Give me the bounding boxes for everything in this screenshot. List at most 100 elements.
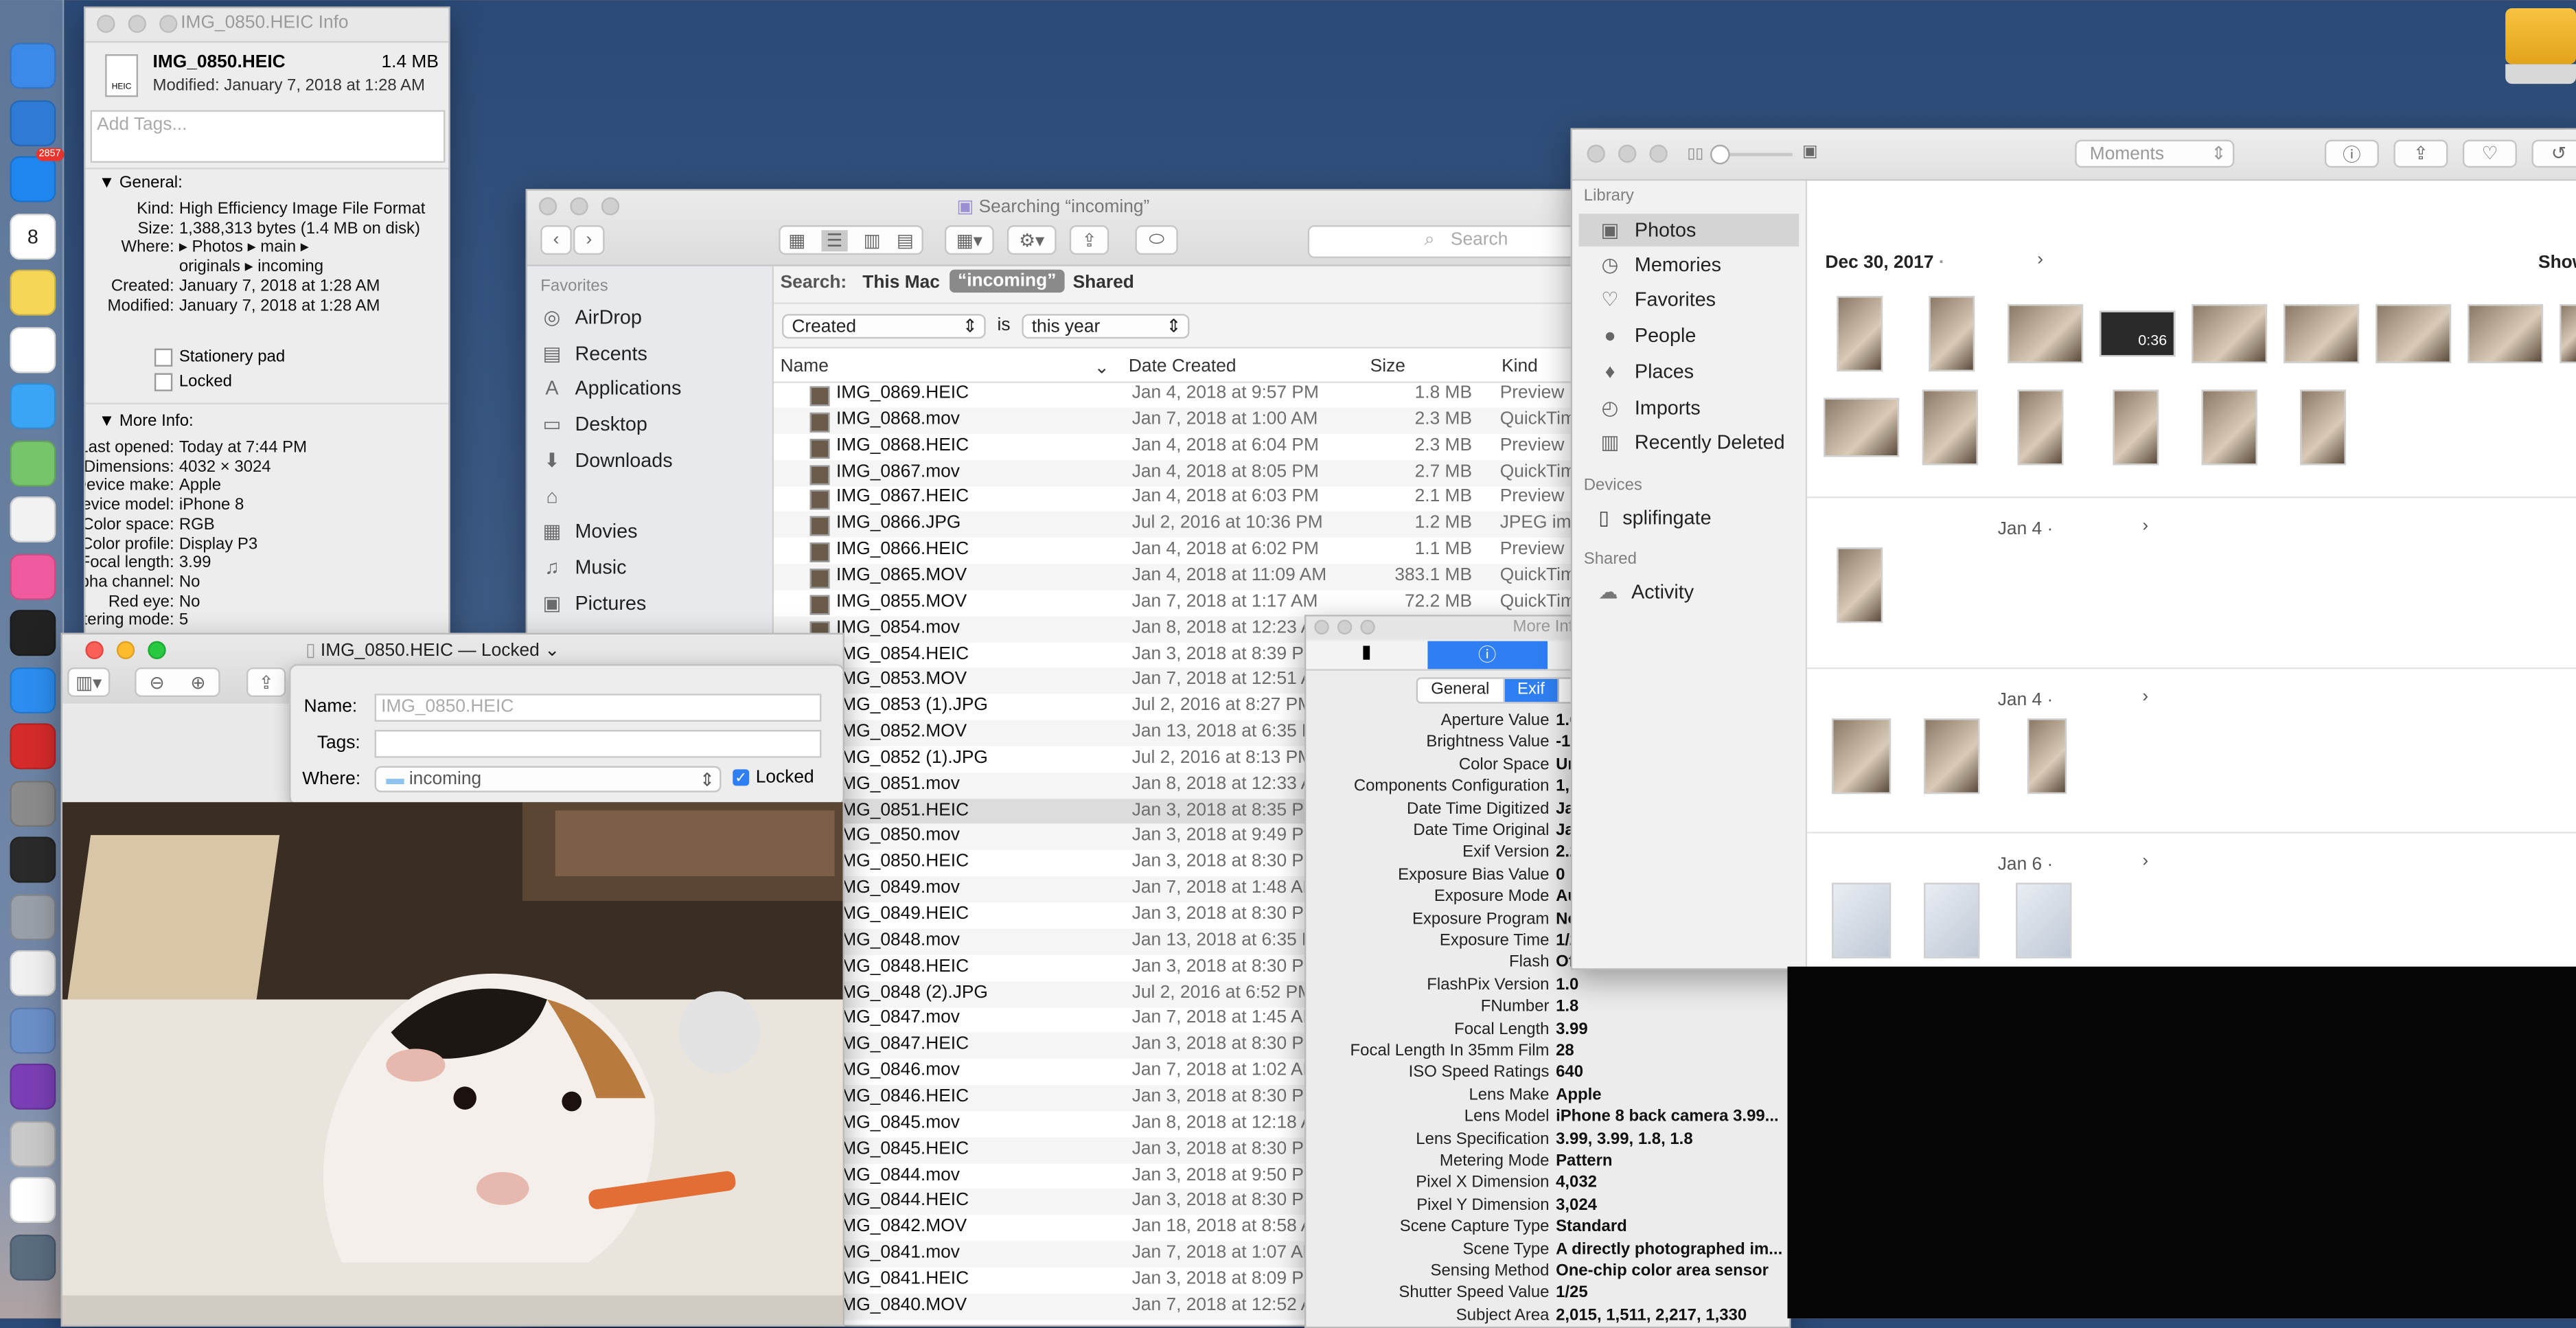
column-name[interactable]: Name bbox=[781, 356, 829, 376]
table-row[interactable]: IMG_0865.MOV Jan 4, 2018 at 11:09 AM 383.1… bbox=[774, 563, 1579, 591]
criteria-value-select[interactable]: this year ⇕ bbox=[1022, 314, 1190, 339]
tab-exif[interactable]: Exif bbox=[1504, 678, 1560, 702]
chevron-right-icon[interactable]: › bbox=[2142, 851, 2148, 871]
photo-thumbnail[interactable] bbox=[1837, 295, 1883, 372]
locked-checkbox[interactable]: ✓ Locked bbox=[733, 768, 814, 788]
favorite-button[interactable]: ♡ bbox=[2462, 139, 2517, 168]
photo-thumbnail[interactable] bbox=[1922, 389, 1979, 466]
back-button[interactable]: ‹ bbox=[540, 225, 572, 255]
table-row[interactable]: IMG_0867.HEIC Jan 4, 2018 at 6:03 PM 2.1 M… bbox=[774, 485, 1579, 512]
app-store-2-icon[interactable] bbox=[10, 666, 56, 713]
chevron-right-icon[interactable]: › bbox=[2142, 516, 2148, 536]
tags-field[interactable]: Add Tags... bbox=[90, 110, 446, 163]
sidebar-item-recently-deleted[interactable]: ▥ Recently Deleted bbox=[1598, 431, 1784, 455]
photo-thumbnail[interactable] bbox=[2284, 304, 2360, 364]
app-store-icon[interactable]: 2857 bbox=[10, 148, 65, 203]
locked-checkbox[interactable]: Locked bbox=[154, 373, 232, 391]
table-row[interactable]: IMG_0866.HEIC Jan 4, 2018 at 6:02 PM 1.1 M… bbox=[774, 538, 1579, 564]
s-app-icon[interactable] bbox=[10, 723, 56, 770]
preview-title[interactable]: ▯ IMG_0850.HEIC — Locked ⌄ bbox=[306, 639, 560, 661]
photo-thumbnail[interactable] bbox=[2201, 389, 2257, 466]
column-kind[interactable]: Kind bbox=[1502, 356, 1538, 376]
zoom-in-icon[interactable]: ⊕ bbox=[190, 672, 205, 693]
sidebar-toggle-button[interactable]: ▥▾ bbox=[67, 667, 111, 698]
preview-icon[interactable] bbox=[10, 1007, 56, 1053]
finder-icon[interactable] bbox=[10, 43, 56, 89]
photo-thumbnail[interactable] bbox=[1832, 882, 1891, 959]
photo-thumbnail[interactable] bbox=[2468, 304, 2544, 364]
device-item[interactable]: ▯ splifingate bbox=[1598, 506, 1711, 529]
chevron-right-icon[interactable]: › bbox=[2037, 250, 2043, 270]
slider-knob[interactable] bbox=[1710, 144, 1730, 165]
photo-thumbnail[interactable] bbox=[1824, 398, 1900, 457]
downloads-stack-icon[interactable] bbox=[10, 1233, 56, 1280]
where-select[interactable]: ▬ incoming ⇕ bbox=[374, 766, 722, 792]
notes-icon[interactable] bbox=[10, 269, 56, 316]
sidebar-item-memories[interactable]: ◷ Memories bbox=[1598, 253, 1721, 276]
moment-section-date[interactable]: Jan 6 · bbox=[1998, 855, 2054, 875]
criteria-attribute-select[interactable]: Created ⇕ bbox=[782, 314, 986, 339]
info-tab[interactable]: ⓘ bbox=[1427, 641, 1548, 669]
photo-thumbnail[interactable] bbox=[1924, 718, 1980, 794]
table-row[interactable]: IMG_0868.HEIC Jan 4, 2018 at 6:04 PM 2.3 M… bbox=[774, 433, 1579, 459]
scope-shared[interactable]: Shared bbox=[1073, 273, 1134, 293]
sidebar-item-downloads[interactable]: ⬇ Downloads bbox=[540, 448, 673, 472]
photo-thumbnail[interactable] bbox=[2027, 718, 2067, 794]
sidebar-item-desktop[interactable]: ▭ Desktop bbox=[540, 413, 647, 436]
sidebar-item-photos[interactable]: ▣ Photos bbox=[1578, 214, 1799, 247]
icon-view-icon[interactable]: ▦ bbox=[788, 229, 805, 251]
script-icon[interactable] bbox=[10, 1120, 56, 1167]
utility-icon[interactable] bbox=[10, 893, 56, 940]
sidebar-item-home[interactable]: ⌂ bbox=[540, 484, 575, 507]
share-button[interactable]: ⇪ bbox=[1069, 225, 1109, 255]
rotate-button[interactable]: ↺ bbox=[2531, 139, 2576, 168]
moment-section-date[interactable]: Jan 4 · bbox=[1998, 520, 2054, 540]
forward-button[interactable]: › bbox=[573, 225, 605, 255]
photo-thumbnail[interactable]: 0:36 bbox=[2100, 310, 2176, 357]
view-mode-control[interactable]: ▦ ☰ ▥ ▤ bbox=[779, 225, 923, 255]
calendar-icon[interactable]: 8 bbox=[10, 213, 56, 260]
photos-icon[interactable] bbox=[10, 326, 56, 373]
itunes-icon[interactable] bbox=[10, 553, 56, 599]
table-row[interactable]: IMG_0867.mov Jan 4, 2018 at 8:05 PM 2.7 MB… bbox=[774, 459, 1579, 486]
action-button[interactable]: ⚙▾ bbox=[1007, 225, 1057, 255]
moment-section-date[interactable]: Jan 4 · bbox=[1998, 690, 2054, 710]
table-row[interactable]: IMG_0855.MOV Jan 7, 2018 at 1:17 AM 72.2 M… bbox=[774, 590, 1579, 616]
sidebar-item-music[interactable]: ♫ Music bbox=[540, 556, 626, 579]
list-view-icon[interactable]: ☰ bbox=[821, 229, 848, 251]
affinity-icon[interactable] bbox=[10, 1063, 56, 1110]
safari-icon[interactable] bbox=[10, 99, 56, 146]
minimize-button[interactable] bbox=[1618, 144, 1637, 163]
photo-thumbnail[interactable] bbox=[1929, 295, 1975, 372]
photo-thumbnail[interactable] bbox=[2113, 389, 2159, 466]
shared-activity-item[interactable]: ☁ Activity bbox=[1598, 580, 1694, 604]
zoom-out-icon[interactable]: ⊖ bbox=[149, 672, 164, 693]
view-select[interactable]: Moments ⇕ bbox=[2075, 139, 2235, 168]
column-date-created[interactable]: Date Created bbox=[1129, 356, 1237, 376]
photo-thumbnail[interactable] bbox=[2008, 304, 2084, 364]
tab-general[interactable]: General bbox=[1418, 678, 1504, 702]
photo-thumbnail[interactable] bbox=[2017, 389, 2064, 466]
external-drive-icon[interactable] bbox=[2505, 8, 2576, 87]
activity-monitor-icon[interactable] bbox=[10, 836, 56, 883]
chevron-right-icon[interactable]: › bbox=[2142, 687, 2148, 707]
messages-icon[interactable] bbox=[10, 382, 56, 429]
system-preferences-icon[interactable] bbox=[10, 779, 56, 826]
more-info-section-header[interactable]: ▼ More Info: bbox=[99, 413, 194, 431]
minimize-button[interactable] bbox=[128, 14, 146, 33]
name-field[interactable]: IMG_0850.HEIC bbox=[374, 694, 822, 722]
scope-incoming[interactable]: “incoming” bbox=[950, 269, 1065, 293]
zoom-button[interactable] bbox=[159, 14, 178, 33]
maps-icon[interactable] bbox=[10, 439, 56, 486]
photo-thumbnail[interactable] bbox=[1832, 718, 1891, 794]
terminal-icon[interactable] bbox=[10, 610, 56, 656]
general-section-header[interactable]: ▼ General: bbox=[99, 174, 183, 192]
share-button[interactable]: ⇪ bbox=[246, 667, 286, 698]
sidebar-item-places[interactable]: ♦ Places bbox=[1598, 360, 1694, 383]
close-button[interactable] bbox=[1587, 144, 1605, 163]
tags-button[interactable]: ⬭ bbox=[1135, 225, 1178, 255]
minimize-button[interactable] bbox=[116, 641, 135, 659]
sidebar-item-people[interactable]: ● People bbox=[1598, 324, 1696, 347]
stationery-pad-checkbox[interactable]: Stationery pad bbox=[154, 348, 285, 367]
search-field[interactable]: ⌕ Search bbox=[1307, 225, 1579, 258]
